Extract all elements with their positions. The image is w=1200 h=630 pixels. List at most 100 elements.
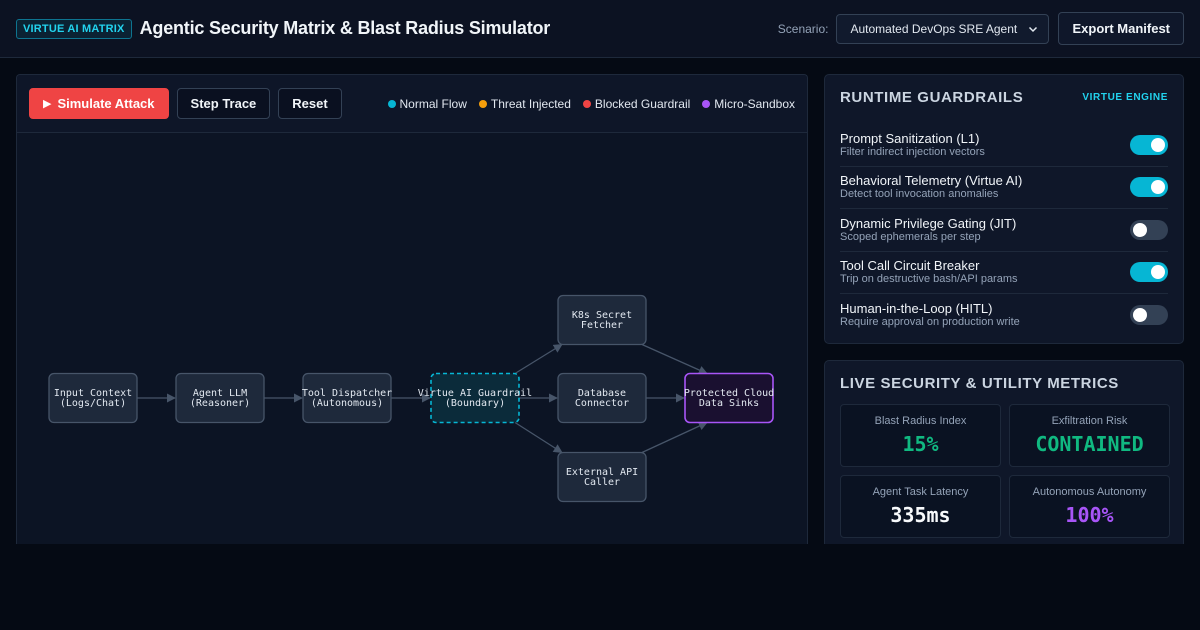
graph-node-llm[interactable]: Agent LLM(Reasoner) [175, 372, 265, 424]
guardrail-desc: Detect tool invocation anomalies [840, 188, 999, 201]
graph-edge [641, 343, 708, 375]
graph-node-label: Data Sinks [699, 398, 759, 409]
guardrail-list: Prompt Sanitization (L1) Filter indirect… [840, 124, 1168, 337]
header-controls: Scenario: Automated DevOps SRE Agent Exp… [778, 12, 1184, 45]
legend-label: Normal Flow [399, 96, 467, 111]
graph-node-db[interactable]: DatabaseConnector [557, 372, 647, 424]
guardrail-row: Dynamic Privilege Gating (JIT) Scoped ep… [840, 209, 1168, 252]
legend-dot [702, 99, 711, 108]
graph-node-label: Fetcher [581, 320, 623, 331]
guardrail-desc: Require approval on production write [840, 316, 1020, 329]
step-trace-button[interactable]: Step Trace [176, 88, 271, 119]
guardrail-row: Prompt Sanitization (L1) Filter indirect… [840, 124, 1168, 167]
guardrail-name: Tool Call Circuit Breaker [840, 258, 980, 274]
legend: Normal Flow Threat Injected Blocked Guar… [387, 96, 795, 111]
guardrail-row: Behavioral Telemetry (Virtue AI) Detect … [840, 167, 1168, 209]
metric-value: CONTAINED [1035, 432, 1144, 456]
graph-node-label: (Reasoner) [190, 398, 250, 409]
graph-node-dispatcher[interactable]: Tool Dispatcher(Autonomous) [302, 372, 392, 424]
guardrail-row: Tool Call Circuit Breaker Trip on destru… [840, 252, 1168, 294]
legend-item: Blocked Guardrail [582, 96, 691, 111]
metric-grid: Blast Radius Index 15% Exfiltration Risk… [840, 404, 1170, 538]
metrics-title: LIVE SECURITY & UTILITY METRICS [840, 375, 1119, 392]
metric-tile: Blast Radius Index 15% [840, 404, 1001, 467]
play-icon: ▶ [43, 98, 52, 110]
graph-svg: Input Context(Logs/Chat) Agent LLM(Reason… [48, 294, 774, 503]
guardrail-toggle[interactable] [1130, 305, 1168, 326]
guardrail-row: Human-in-the-Loop (HITL) Require approva… [840, 294, 1168, 337]
guardrails-title: RUNTIME GUARDRAILS [840, 89, 1024, 106]
metric-label: Exfiltration Risk [1051, 415, 1128, 427]
legend-item: Micro-Sandbox [702, 97, 795, 111]
simulate-attack-label: Simulate Attack [57, 96, 155, 111]
guardrail-text: Behavioral Telemetry (Virtue AI) Detect … [840, 173, 1022, 201]
guardrail-text: Tool Call Circuit Breaker Trip on destru… [840, 258, 1018, 286]
metrics-card: LIVE SECURITY & UTILITY METRICS Blast Ra… [824, 360, 1184, 544]
graph-node-label: Connector [575, 398, 629, 409]
toggle-knob [1151, 137, 1165, 152]
guardrail-text: Prompt Sanitization (L1) Filter indirect… [840, 131, 985, 159]
graph-node-label: (Logs/Chat) [60, 398, 126, 409]
guardrail-name: Human-in-the-Loop (HITL) [840, 301, 993, 317]
graph-node-label: (Boundary) [445, 398, 505, 409]
metric-label: Autonomous Autonomy [1032, 486, 1147, 498]
toggle-knob [1151, 180, 1165, 195]
graph-edge [514, 421, 563, 454]
toggle-knob [1151, 265, 1165, 280]
guardrail-text: Human-in-the-Loop (HITL) Require approva… [840, 301, 1020, 329]
metric-value: 100% [1065, 503, 1114, 527]
page-title: Agentic Security Matrix & Blast Radius S… [139, 18, 551, 38]
guardrail-name: Behavioral Telemetry (Virtue AI) [840, 173, 1023, 189]
guardrail-name: Dynamic Privilege Gating (JIT) [840, 215, 1017, 231]
legend-label: Micro-Sandbox [714, 96, 795, 111]
guardrail-text: Dynamic Privilege Gating (JIT) Scoped ep… [840, 216, 1016, 244]
graph-node-label: (Autonomous) [311, 398, 383, 409]
metric-value: 15% [902, 432, 939, 456]
metric-label: Blast Radius Index [874, 415, 967, 427]
metric-tile: Exfiltration Risk CONTAINED [1009, 404, 1170, 467]
guardrail-desc: Trip on destructive bash/API params [840, 273, 1018, 286]
guardrail-toggle[interactable] [1130, 177, 1168, 198]
graph-node-input[interactable]: Input Context(Logs/Chat) [48, 372, 138, 424]
guardrails-header: RUNTIME GUARDRAILS VIRTUE ENGINE [840, 89, 1168, 106]
graph-node-label: Caller [584, 477, 620, 488]
legend-dot [582, 99, 591, 108]
guardrail-name: Prompt Sanitization (L1) [840, 130, 980, 146]
guardrail-toggle[interactable] [1130, 134, 1168, 155]
metric-value: 335ms [890, 503, 951, 527]
graph-node-sinks[interactable]: Protected CloudData Sinks [684, 372, 774, 424]
metric-label: Agent Task Latency [872, 486, 969, 498]
metric-tile: Agent Task Latency 335ms [840, 475, 1001, 538]
guardrails-card: RUNTIME GUARDRAILS VIRTUE ENGINE Prompt … [824, 74, 1184, 344]
legend-item: Normal Flow [387, 96, 467, 111]
legend-item: Threat Injected [478, 97, 571, 111]
brand-badge: VIRTUE AI MATRIX [16, 18, 132, 39]
export-manifest-button[interactable]: Export Manifest [1058, 12, 1184, 45]
engine-tag: VIRTUE ENGINE [1082, 92, 1168, 103]
app-header: VIRTUE AI MATRIX Agentic Security Matrix… [0, 0, 1200, 58]
guardrail-desc: Scoped ephemerals per step [840, 230, 981, 243]
simulation-panel: ▶ Simulate Attack Step Trace Reset Norma… [16, 74, 808, 544]
reset-button[interactable]: Reset [278, 88, 342, 119]
guardrail-desc: Filter indirect injection vectors [840, 145, 985, 158]
blast-radius-graph: Input Context (Logs/Chat) Agent LLM (Reason… [17, 133, 807, 544]
scenario-value: Automated DevOps SRE Agent [850, 21, 1018, 36]
guardrail-toggle[interactable] [1130, 262, 1168, 283]
graph-node-guardrail[interactable]: Virtue AI Guardrail(Boundary) [418, 372, 532, 424]
chevron-down-icon [1029, 26, 1038, 32]
legend-dot [478, 99, 487, 108]
metric-tile: Autonomous Autonomy 100% [1009, 475, 1170, 538]
graph-edge [641, 421, 708, 454]
scenario-select[interactable]: Automated DevOps SRE Agent [836, 13, 1050, 44]
scenario-label: Scenario: [777, 21, 829, 36]
simulation-toolbar: ▶ Simulate Attack Step Trace Reset Norma… [17, 75, 807, 133]
guardrail-toggle[interactable] [1130, 219, 1168, 240]
toggle-knob [1133, 308, 1147, 323]
graph-node-api[interactable]: External APICaller [557, 451, 647, 503]
simulate-attack-button[interactable]: ▶ Simulate Attack [29, 88, 169, 119]
legend-label: Blocked Guardrail [594, 96, 691, 111]
legend-dot [387, 99, 396, 108]
graph-node-k8s[interactable]: K8s SecretFetcher [557, 294, 647, 346]
graph-edge [514, 343, 563, 375]
toggle-knob [1133, 222, 1147, 237]
